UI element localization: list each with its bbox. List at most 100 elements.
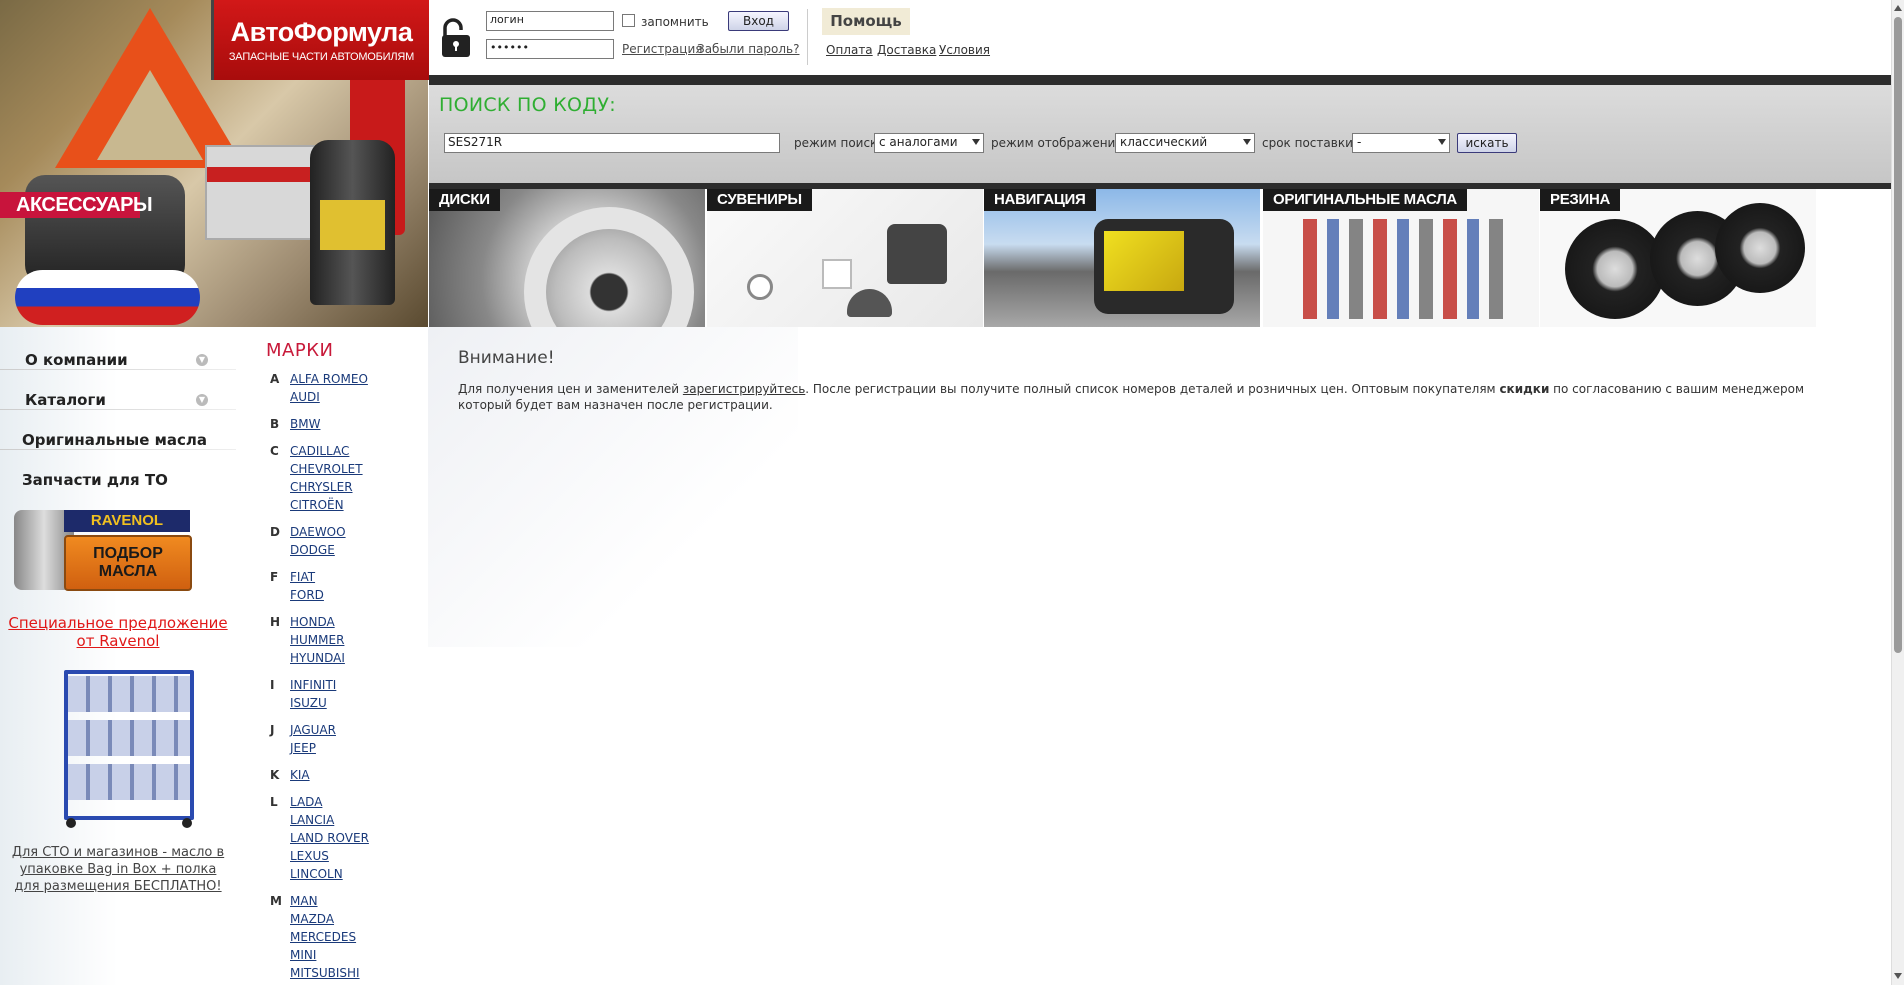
wheel-image: [524, 207, 694, 327]
header-stripe: [429, 75, 1891, 85]
logo-subtitle: ЗАПАСНЫЕ ЧАСТИ АВТОМОБИЛЯМ: [228, 51, 415, 63]
search-title: ПОИСК ПО КОДУ:: [439, 94, 616, 116]
oil-selection-sign: ПОДБОР МАСЛА: [64, 535, 192, 591]
banner-label: НАВИГАЦИЯ: [984, 189, 1096, 211]
brand-link[interactable]: LANCIA: [290, 813, 334, 827]
site-logo[interactable]: АвтоФормула ЗАПАСНЫЕ ЧАСТИ АВТОМОБИЛЯМ: [211, 0, 429, 80]
register-inline-link[interactable]: зарегистрируйтесь: [683, 382, 805, 396]
banner-original-oils[interactable]: ОРИГИНАЛЬНЫЕ МАСЛА: [1263, 189, 1539, 327]
delivery-link[interactable]: Доставка: [877, 43, 936, 57]
mug-image: [822, 259, 852, 289]
brand-link[interactable]: CADILLAC: [290, 444, 349, 458]
banner-label: РЕЗИНА: [1540, 189, 1621, 211]
brand-link[interactable]: LINCOLN: [290, 867, 343, 881]
brand-link[interactable]: LAND ROVER: [290, 831, 369, 845]
help-label: Помощь: [822, 8, 910, 35]
brand-link[interactable]: JAGUAR: [290, 723, 336, 737]
brand-letter: M: [270, 894, 282, 908]
chevron-down-icon: [1438, 139, 1446, 145]
brand-letter: H: [270, 615, 281, 629]
payment-link[interactable]: Оплата: [826, 43, 873, 57]
forgot-password-link[interactable]: Забыли пароль?: [697, 42, 799, 56]
spray-bottle-shape: [310, 140, 395, 305]
ravenol-special-offer-link[interactable]: Специальное предложение от Ravenol: [0, 614, 236, 650]
bag-in-box-promo-link[interactable]: Для СТО и магазинов - масло в упаковке B…: [6, 844, 230, 895]
nav-item-original-oils[interactable]: Оригинальные масла: [0, 410, 236, 450]
oil-cans-image: [1303, 219, 1503, 319]
banner-wheels[interactable]: ДИСКИ: [429, 189, 705, 327]
view-mode-label: режим отображения: [991, 136, 1123, 150]
chevron-down-icon: ▼: [196, 394, 208, 406]
brands-title: МАРКИ: [266, 340, 334, 361]
delivery-term-select[interactable]: -: [1352, 133, 1450, 153]
banner-navigation[interactable]: НАВИГАЦИЯ: [984, 189, 1260, 327]
brand-link[interactable]: FIAT: [290, 570, 315, 584]
registration-notice: Для получения цен и заменителей зарегист…: [458, 382, 1805, 412]
view-mode-select[interactable]: классический: [1115, 133, 1255, 153]
accessories-label[interactable]: АКСЕССУАРЫ: [0, 192, 153, 218]
brand-letter: I: [270, 678, 275, 692]
nav-item-service-parts[interactable]: Запчасти для ТО: [0, 450, 236, 490]
scroll-down-arrow-icon[interactable]: [1894, 973, 1902, 979]
brand-link[interactable]: CHRYSLER: [290, 480, 353, 494]
cap-image: [847, 289, 892, 317]
brand-link[interactable]: KIA: [290, 768, 310, 782]
nav-item-about[interactable]: О компании ▼: [0, 330, 236, 370]
brand-link[interactable]: FORD: [290, 588, 324, 602]
delivery-term-label: срок поставки: [1262, 136, 1353, 150]
brand-link[interactable]: MINI: [290, 948, 316, 962]
scroll-up-arrow-icon[interactable]: [1894, 5, 1902, 11]
brand-link[interactable]: HONDA: [290, 615, 335, 629]
banner-tires[interactable]: РЕЗИНА: [1540, 189, 1816, 327]
brand-link[interactable]: CHEVROLET: [290, 462, 363, 476]
scrollbar-thumb[interactable]: [1894, 17, 1902, 653]
brand-link[interactable]: LADA: [290, 795, 322, 809]
brand-link[interactable]: ISUZU: [290, 696, 327, 710]
conditions-link[interactable]: Условия: [939, 43, 990, 57]
banner-souvenirs[interactable]: СУВЕНИРЫ: [707, 189, 983, 327]
brand-link[interactable]: DAEWOO: [290, 525, 346, 539]
oil-rack-image[interactable]: [44, 670, 194, 828]
brand-link[interactable]: DODGE: [290, 543, 335, 557]
discount-word: скидки: [1499, 382, 1550, 396]
part-code-input[interactable]: SES271R: [444, 133, 780, 153]
brand-letter: K: [270, 768, 280, 782]
brand-link[interactable]: HUMMER: [290, 633, 344, 647]
chevron-down-icon: ▼: [196, 354, 208, 366]
remember-label: запомнить: [641, 15, 709, 29]
chevron-down-icon: [1243, 139, 1251, 145]
nav-item-catalogs[interactable]: Каталоги ▼: [0, 370, 236, 410]
watch-image: [747, 274, 773, 300]
brand-link[interactable]: MAN: [290, 894, 318, 908]
tow-strap-shape: [15, 270, 200, 325]
brand-letter: J: [270, 723, 275, 737]
polo-shirt-image: [887, 224, 947, 284]
password-input[interactable]: ••••••: [486, 39, 614, 59]
view-mode-value: классический: [1120, 135, 1208, 149]
brand-link[interactable]: ALFA ROMEO: [290, 372, 368, 386]
brand-link[interactable]: MITSUBISHI: [290, 966, 360, 980]
search-mode-select[interactable]: с аналогами: [874, 133, 984, 153]
tire-image: [1565, 219, 1665, 319]
brand-letter: L: [270, 795, 278, 809]
brand-link[interactable]: MERCEDES: [290, 930, 356, 944]
unlock-icon: [436, 16, 478, 58]
ravenol-oil-selection-banner[interactable]: RAVENOL ПОДБОР МАСЛА: [4, 508, 192, 598]
brand-link[interactable]: INFINITI: [290, 678, 336, 692]
brand-link[interactable]: LEXUS: [290, 849, 329, 863]
brand-letter: F: [270, 570, 279, 584]
remember-checkbox[interactable]: [622, 14, 635, 27]
brand-letter: D: [270, 525, 280, 539]
brand-link[interactable]: HYUNDAI: [290, 651, 345, 665]
register-link[interactable]: Регистрация: [622, 42, 702, 56]
banner-label: ОРИГИНАЛЬНЫЕ МАСЛА: [1263, 189, 1467, 211]
brand-link[interactable]: MAZDA: [290, 912, 334, 926]
brand-link[interactable]: JEEP: [290, 741, 316, 755]
login-input[interactable]: логин: [486, 11, 614, 31]
search-button[interactable]: искать: [1457, 133, 1517, 153]
brand-link[interactable]: CITROËN: [290, 498, 344, 512]
brand-link[interactable]: AUDI: [290, 390, 320, 404]
brand-link[interactable]: BMW: [290, 417, 320, 431]
login-button[interactable]: Вход: [728, 11, 789, 31]
logo-title: АвтоФормула: [230, 17, 413, 47]
